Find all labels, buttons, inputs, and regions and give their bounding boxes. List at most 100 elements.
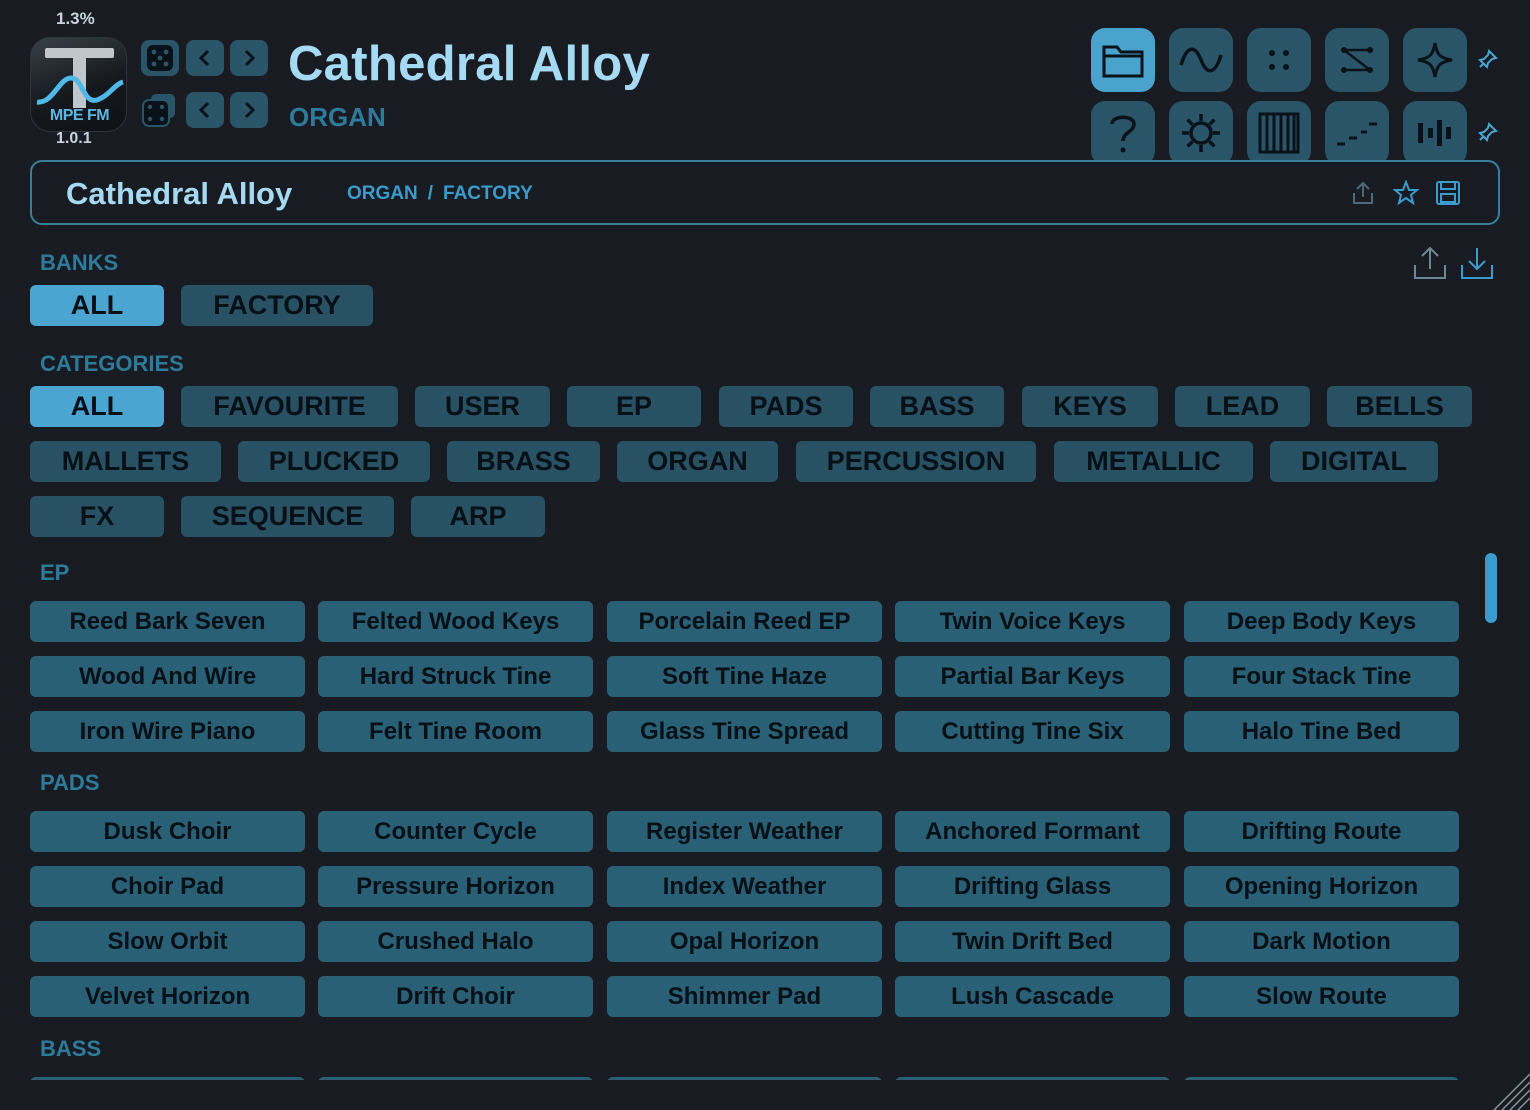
preset-item[interactable]: Crushed Halo [318,921,593,962]
oscillator-button[interactable] [1169,28,1233,92]
routing-button[interactable] [1325,28,1389,92]
preset-item[interactable]: Dusk Choir [30,811,305,852]
category-chip-sequence[interactable]: SEQUENCE [181,496,394,537]
category-chip-digital[interactable]: DIGITAL [1270,441,1438,482]
preset-item[interactable]: Halo Tine Bed [1184,711,1459,752]
preset-item[interactable] [1184,1077,1459,1080]
scrollbar-thumb[interactable] [1485,553,1497,623]
matrix-button[interactable] [1247,28,1311,92]
random-multi-button[interactable] [141,92,179,128]
category-chip-all[interactable]: ALL [30,386,164,427]
bank-chip-all[interactable]: ALL [30,285,164,326]
category-chip-plucked[interactable]: PLUCKED [238,441,430,482]
app-logo[interactable]: MPE FM [30,37,127,132]
breadcrumb-category[interactable]: ORGAN [347,183,418,204]
preset-item[interactable]: Deep Body Keys [1184,601,1459,642]
category-chip-bass[interactable]: BASS [870,386,1004,427]
preset-item[interactable] [318,1077,593,1080]
favourite-button[interactable] [1391,178,1421,208]
category-chip-keys[interactable]: KEYS [1022,386,1158,427]
export-bank-button[interactable] [1411,244,1449,282]
preset-item[interactable] [895,1077,1170,1080]
category-chip-arp[interactable]: ARP [411,496,545,537]
upload-icon [1414,246,1446,279]
preset-item[interactable]: Reed Bark Seven [30,601,305,642]
sequencer-button[interactable] [1325,101,1389,165]
settings-button[interactable] [1169,101,1233,165]
group-label-bass: BASS [40,1036,102,1061]
preset-item[interactable]: Velvet Horizon [30,976,305,1017]
browser-button[interactable] [1091,28,1155,92]
category-chip-fx[interactable]: FX [30,496,164,537]
group-label-pads: PADS [40,770,100,795]
preset-item[interactable]: Twin Drift Bed [895,921,1170,962]
category-chip-bells[interactable]: BELLS [1327,386,1472,427]
preset-item[interactable]: Cutting Tine Six [895,711,1170,752]
preset-item[interactable]: Iron Wire Piano [30,711,305,752]
category-chip-lead[interactable]: LEAD [1175,386,1310,427]
preset-item[interactable]: Hard Struck Tine [318,656,593,697]
preset-item[interactable]: Register Weather [607,811,882,852]
preset-item[interactable]: Felted Wood Keys [318,601,593,642]
preset-item[interactable]: Counter Cycle [318,811,593,852]
preset-item[interactable]: Drifting Glass [895,866,1170,907]
save-button[interactable] [1433,178,1463,208]
folder-icon [1102,45,1144,78]
category-chip-percussion[interactable]: PERCUSSION [796,441,1036,482]
preset-item[interactable]: Felt Tine Room [318,711,593,752]
preset-item[interactable]: Drifting Route [1184,811,1459,852]
preset-item[interactable]: Pressure Horizon [318,866,593,907]
random-patch-button[interactable] [141,40,179,76]
mixer-button[interactable] [1403,101,1467,165]
category-chip-user[interactable]: USER [415,386,550,427]
pin-bottom-button[interactable] [1476,120,1500,144]
keyboard-button[interactable] [1247,101,1311,165]
preset-item[interactable]: Wood And Wire [30,656,305,697]
preset-item[interactable]: Index Weather [607,866,882,907]
preset-item[interactable] [607,1077,882,1080]
export-patch-button[interactable] [1348,178,1378,208]
category-chip-organ[interactable]: ORGAN [617,441,778,482]
category-chip-ep[interactable]: EP [567,386,701,427]
preset-item[interactable]: Soft Tine Haze [607,656,882,697]
shuffle-icon [1341,47,1373,73]
category-chip-metallic[interactable]: METALLIC [1054,441,1253,482]
category-chip-brass[interactable]: BRASS [447,441,600,482]
preset-item[interactable]: Opal Horizon [607,921,882,962]
version-label: 1.0.1 [56,130,92,147]
preset-item[interactable]: Slow Route [1184,976,1459,1017]
preset-item[interactable]: Porcelain Reed EP [607,601,882,642]
preset-item[interactable]: Four Stack Tine [1184,656,1459,697]
preset-item[interactable]: Drift Choir [318,976,593,1017]
bank-chip-factory[interactable]: FACTORY [181,285,373,326]
resize-handle[interactable] [1492,1072,1530,1110]
prev-multi-button[interactable] [186,92,224,128]
help-icon [1110,115,1136,153]
prev-patch-button[interactable] [186,40,224,76]
breadcrumb-bank[interactable]: FACTORY [443,183,533,204]
category-chip-favourite[interactable]: FAVOURITE [181,386,398,427]
preset-item[interactable]: Opening Horizon [1184,866,1459,907]
preset-item[interactable]: Choir Pad [30,866,305,907]
wave-icon [1179,47,1223,73]
help-button[interactable] [1091,101,1155,165]
pin-icon [1478,49,1498,69]
patch-bar-name[interactable]: Cathedral Alloy [66,176,292,212]
next-multi-button[interactable] [230,92,268,128]
preset-item[interactable]: Partial Bar Keys [895,656,1170,697]
preset-item[interactable]: Shimmer Pad [607,976,882,1017]
preset-item[interactable]: Slow Orbit [30,921,305,962]
preset-item[interactable] [30,1077,305,1080]
sparkle-icon [1417,42,1453,78]
next-patch-button[interactable] [230,40,268,76]
preset-item[interactable]: Glass Tine Spread [607,711,882,752]
preset-item[interactable]: Dark Motion [1184,921,1459,962]
category-chip-pads[interactable]: PADS [719,386,853,427]
preset-item[interactable]: Lush Cascade [895,976,1170,1017]
preset-item[interactable]: Twin Voice Keys [895,601,1170,642]
pin-top-button[interactable] [1476,47,1500,71]
preset-item[interactable]: Anchored Formant [895,811,1170,852]
import-bank-button[interactable] [1458,244,1496,282]
category-chip-mallets[interactable]: MALLETS [30,441,221,482]
effects-button[interactable] [1403,28,1467,92]
